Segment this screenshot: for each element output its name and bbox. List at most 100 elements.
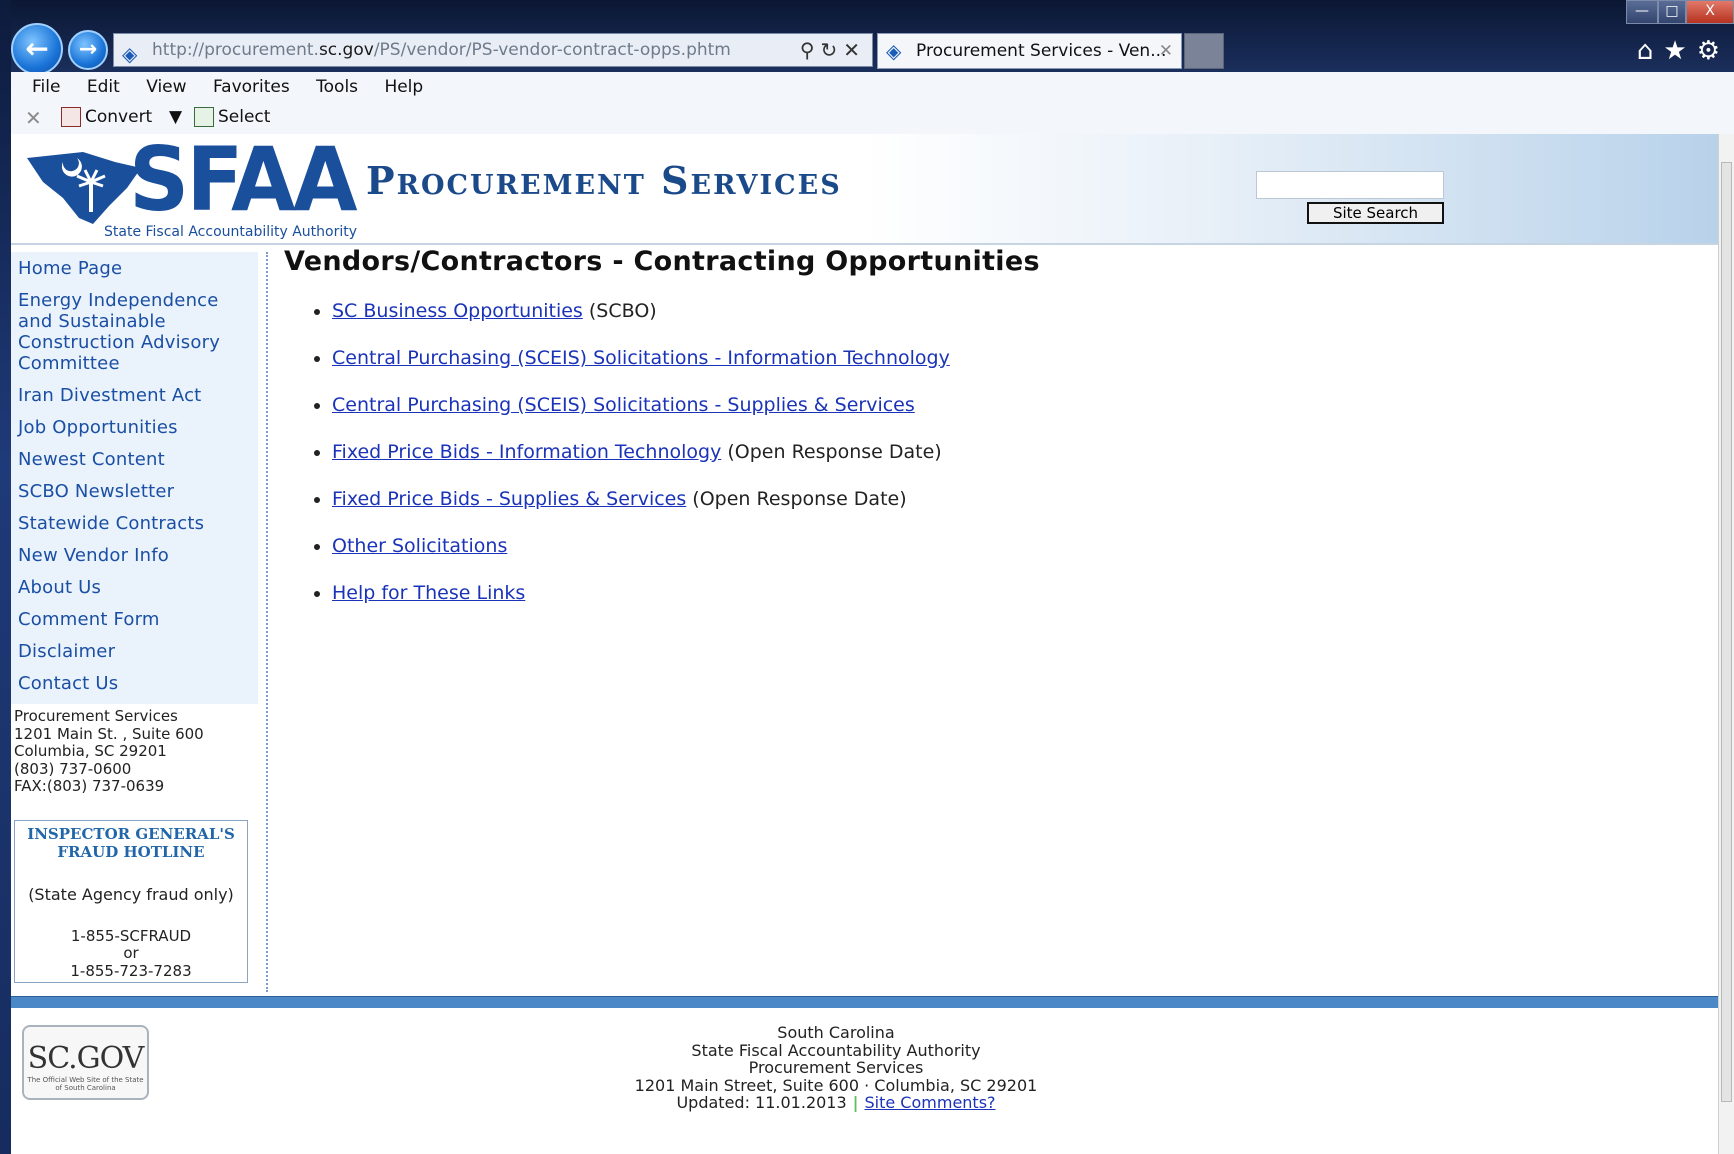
sidebar-item-home-page[interactable]: Home Page xyxy=(18,258,258,279)
footer-separator: | xyxy=(852,1093,859,1112)
home-icon[interactable]: ⌂ xyxy=(1637,36,1664,66)
footer-line-4: 1201 Main Street, Suite 600 · Columbia, … xyxy=(634,1075,1038,1095)
address-controls[interactable]: ⚲↻✕ xyxy=(800,34,866,66)
gear-icon[interactable]: ⚙ xyxy=(1697,36,1730,66)
office-city: Columbia, SC 29201 xyxy=(14,742,167,760)
main-content: Vendors/Contractors - Contracting Opport… xyxy=(284,246,1684,628)
close-toolbar-icon[interactable]: ✕ xyxy=(25,106,42,130)
maximize-button[interactable]: □ xyxy=(1658,0,1686,24)
address-bar[interactable]: ◈ http://procurement.sc.gov/PS/vendor/PS-… xyxy=(113,33,873,67)
sidebar-item-energy-independence[interactable]: Energy Independence and Sustainable Cons… xyxy=(18,290,258,374)
convert-dropdown-icon[interactable]: ▼ xyxy=(169,107,182,127)
logo-subtitle: State Fiscal Accountability Authority xyxy=(104,224,358,240)
select-button[interactable]: Select xyxy=(194,107,270,127)
list-item: Fixed Price Bids - Information Technolog… xyxy=(332,440,1684,464)
menu-edit[interactable]: Edit xyxy=(87,72,120,102)
office-fax: FAX:(803) 737-0639 xyxy=(14,777,165,795)
list-item: Other Solicitations xyxy=(332,534,1684,558)
menu-view[interactable]: View xyxy=(146,72,186,102)
favorites-star-icon[interactable]: ★ xyxy=(1663,36,1696,66)
tab-title: Procurement Services - Ven... xyxy=(916,41,1167,61)
sidebar-item-about-us[interactable]: About Us xyxy=(18,577,258,598)
scgov-logo[interactable]: SC.GOV The Official Web Site of the Stat… xyxy=(22,1025,149,1100)
site-search-button[interactable]: Site Search xyxy=(1307,202,1444,224)
column-divider xyxy=(266,252,268,992)
tab-close-icon[interactable]: ✕ xyxy=(1159,34,1173,68)
url-prefix: http://procurement. xyxy=(152,40,319,60)
site-comments-link[interactable]: Site Comments? xyxy=(865,1093,996,1112)
link-fixed-price-bids-supplies[interactable]: Fixed Price Bids - Supplies & Services xyxy=(332,488,686,510)
office-name: Procurement Services xyxy=(14,707,178,725)
url-path: /PS/vendor/PS-vendor-contract-opps.phtm xyxy=(373,40,731,60)
link-central-purchasing-supplies[interactable]: Central Purchasing (SCEIS) Solicitations… xyxy=(332,394,915,416)
footer-text: South Carolina State Fiscal Accountabili… xyxy=(461,1024,1211,1112)
fraud-or: or xyxy=(123,944,139,962)
logo-text: SFAA xyxy=(129,128,358,231)
list-item: SC Business Opportunities (SCBO) xyxy=(332,299,1684,323)
convert-label: Convert xyxy=(85,107,153,127)
list-item: Central Purchasing (SCEIS) Solicitations… xyxy=(332,393,1684,417)
footer-line-3: Procurement Services xyxy=(748,1058,924,1077)
close-button[interactable]: X xyxy=(1686,0,1734,24)
sidebar-nav: Home Page Energy Independence and Sustai… xyxy=(11,252,258,704)
scrollbar-thumb[interactable] xyxy=(1721,162,1732,1102)
link-other-solicitations[interactable]: Other Solicitations xyxy=(332,535,507,557)
site-search-input[interactable] xyxy=(1256,171,1444,199)
pdf-convert-icon xyxy=(61,107,81,127)
forward-button[interactable]: → xyxy=(68,30,108,70)
sfaa-logo[interactable]: SFAA State Fiscal Accountability Authori… xyxy=(19,130,358,240)
browser-window: ← → ◈ http://procurement.sc.gov/PS/vendor… xyxy=(11,0,1734,1154)
browser-tools: ⌂★⚙ xyxy=(1637,36,1730,66)
link-help-for-these-links[interactable]: Help for These Links xyxy=(332,582,525,604)
fraud-phone-2: 1-855-723-7283 xyxy=(70,961,192,980)
sidebar-item-comment-form[interactable]: Comment Form xyxy=(18,609,258,630)
sidebar-item-statewide-contracts[interactable]: Statewide Contracts xyxy=(18,513,258,534)
select-label: Select xyxy=(218,107,271,127)
list-item: Help for These Links xyxy=(332,581,1684,605)
sidebar-item-contact-us[interactable]: Contact Us xyxy=(18,673,258,694)
link-suffix: (Open Response Date) xyxy=(721,441,942,463)
opportunity-list: SC Business Opportunities (SCBO) Central… xyxy=(284,299,1684,605)
link-suffix: (Open Response Date) xyxy=(686,488,907,510)
back-button[interactable]: ← xyxy=(11,23,63,75)
scgov-logo-subtitle: The Official Web Site of the State of So… xyxy=(27,1076,144,1092)
menu-favorites[interactable]: Favorites xyxy=(213,72,290,102)
fraud-title-1: INSPECTOR GENERAL'S xyxy=(27,824,235,843)
list-item: Fixed Price Bids - Supplies & Services (… xyxy=(332,487,1684,511)
convert-button[interactable]: Convert xyxy=(61,107,152,127)
link-fixed-price-bids-it[interactable]: Fixed Price Bids - Information Technolog… xyxy=(332,441,721,463)
sidebar-item-newest-content[interactable]: Newest Content xyxy=(18,449,258,470)
link-sc-business-opportunities[interactable]: SC Business Opportunities xyxy=(332,300,583,322)
menu-tools[interactable]: Tools xyxy=(316,72,358,102)
tab-procurement-services[interactable]: ◈ Procurement Services - Ven... ✕ xyxy=(877,33,1182,69)
sidebar-item-disclaimer[interactable]: Disclaimer xyxy=(18,641,258,662)
select-icon xyxy=(194,107,214,127)
content-heading: Vendors/Contractors - Contracting Opport… xyxy=(284,246,1040,277)
vertical-scrollbar[interactable] xyxy=(1718,134,1734,1154)
tab-favicon-icon: ◈ xyxy=(886,39,902,63)
menu-help[interactable]: Help xyxy=(384,72,423,102)
fraud-scope: (State Agency fraud only) xyxy=(28,884,234,904)
minimize-button[interactable]: — xyxy=(1626,0,1658,24)
page-title: Procurement Services xyxy=(366,158,842,203)
sidebar-item-job-opportunities[interactable]: Job Opportunities xyxy=(18,417,258,438)
search-icon[interactable]: ⚲ xyxy=(800,38,821,62)
link-suffix: (SCBO) xyxy=(582,300,657,322)
office-phone: (803) 737-0600 xyxy=(14,759,132,778)
office-address: Procurement Services 1201 Main St. , Sui… xyxy=(11,704,258,796)
web-page: SFAA State Fiscal Accountability Authori… xyxy=(11,130,1718,1154)
sidebar-item-new-vendor-info[interactable]: New Vendor Info xyxy=(18,545,258,566)
stop-icon[interactable]: ✕ xyxy=(843,38,866,62)
sidebar-item-iran-divestment-act[interactable]: Iran Divestment Act xyxy=(18,385,258,406)
refresh-icon[interactable]: ↻ xyxy=(820,38,843,62)
sidebar-item-scbo-newsletter[interactable]: SCBO Newsletter xyxy=(18,481,258,502)
footer-line-2: State Fiscal Accountability Authority xyxy=(691,1040,981,1060)
link-central-purchasing-it[interactable]: Central Purchasing (SCEIS) Solicitations… xyxy=(332,347,950,369)
menu-file[interactable]: File xyxy=(32,72,60,102)
list-item: Central Purchasing (SCEIS) Solicitations… xyxy=(332,346,1684,370)
new-tab-button[interactable] xyxy=(1184,33,1224,69)
browser-title-bar: ← → ◈ http://procurement.sc.gov/PS/vendor… xyxy=(11,0,1734,75)
fraud-hotline-box: INSPECTOR GENERAL'S FRAUD HOTLINE (State… xyxy=(14,819,248,983)
site-header: SFAA State Fiscal Accountability Authori… xyxy=(11,130,1718,245)
south-carolina-state-icon xyxy=(27,152,141,224)
